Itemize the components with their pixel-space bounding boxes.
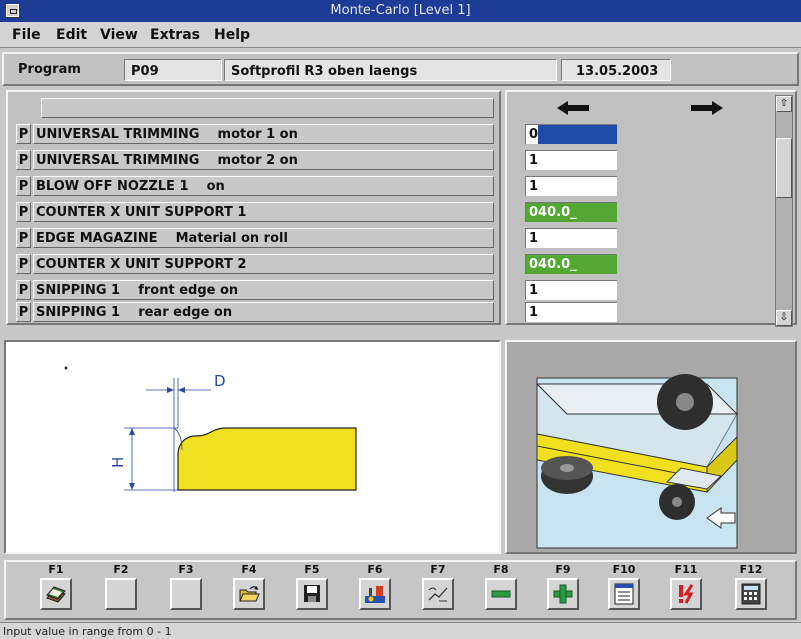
profile-drawing-panel: D H	[4, 340, 501, 554]
open-folder-icon	[239, 586, 260, 602]
status-bar: Input value in range from 0 - 1	[0, 622, 801, 639]
f9-button[interactable]	[547, 578, 579, 610]
step-text: UNIVERSAL TRIMMING motor 2 on	[33, 150, 494, 170]
menu-view[interactable]: View	[100, 27, 138, 43]
step-row[interactable]: P SNIPPING 1 rear edge on	[16, 302, 494, 322]
arrow-right-icon[interactable]	[691, 100, 725, 116]
machine-illustration-panel	[505, 340, 797, 554]
f7-button[interactable]	[422, 578, 454, 610]
fkey-label: F6	[367, 563, 383, 576]
plus-icon	[553, 584, 573, 604]
step-text: COUNTER X UNIT SUPPORT 2	[33, 254, 494, 274]
fkey-label: F10	[612, 563, 636, 576]
steps-header-cell	[41, 98, 494, 118]
book-icon	[46, 586, 66, 603]
trimming-unit-illustration	[535, 374, 739, 549]
scroll-down-icon[interactable]: ⇩	[776, 310, 792, 326]
program-name-field[interactable]: Softprofil R3 oben laengs	[224, 59, 557, 81]
dimension-h-label: H	[109, 457, 127, 468]
f10-button[interactable]	[608, 578, 640, 610]
program-label: Program	[18, 62, 81, 77]
step-value-field[interactable]: 1	[525, 302, 617, 322]
fkey-label: F9	[555, 563, 571, 576]
f1-button[interactable]	[40, 578, 72, 610]
edit-sequence-icon	[428, 587, 448, 602]
step-row[interactable]: P COUNTER X UNIT SUPPORT 1	[16, 202, 494, 222]
step-value-field[interactable]: 0	[525, 124, 617, 144]
profile-drawing: D H	[64, 366, 357, 492]
arrow-left-icon[interactable]	[557, 100, 591, 116]
step-row[interactable]: P SNIPPING 1 front edge on	[16, 280, 494, 300]
f12-button[interactable]	[735, 578, 767, 610]
fkey-label: F12	[739, 563, 763, 576]
calculator-icon	[741, 583, 761, 605]
fkey-label: F5	[304, 563, 320, 576]
step-type: P	[16, 280, 31, 300]
fkey-label: F3	[178, 563, 194, 576]
scroll-thumb[interactable]	[776, 138, 792, 198]
step-values-panel: 0 1 1 040.0_ 1 040.0_ 1 1	[505, 90, 797, 325]
program-code-field[interactable]: P09	[124, 59, 222, 81]
fkey-label: F7	[430, 563, 446, 576]
step-value-field[interactable]: 1	[525, 150, 617, 170]
f11-button[interactable]	[670, 578, 702, 610]
step-row[interactable]: P UNIVERSAL TRIMMING motor 1 on	[16, 124, 494, 144]
step-value-field[interactable]: 040.0_	[525, 254, 617, 274]
step-text: EDGE MAGAZINE Material on roll	[33, 228, 494, 248]
step-value-field[interactable]: 040.0_	[525, 202, 617, 222]
step-type: P	[16, 228, 31, 248]
program-steps-panel: P UNIVERSAL TRIMMING motor 1 on P UNIVER…	[6, 90, 501, 325]
step-text: SNIPPING 1 front edge on	[33, 280, 494, 300]
fkey-label: F2	[113, 563, 129, 576]
f4-button[interactable]	[233, 578, 265, 610]
step-value-field[interactable]: 1	[525, 280, 617, 300]
step-type: P	[16, 302, 31, 322]
dimension-d-label: D	[214, 372, 226, 390]
step-type: P	[16, 254, 31, 274]
menu-bar: File Edit View Extras Help	[0, 22, 801, 48]
step-type: P	[16, 176, 31, 196]
menu-edit[interactable]: Edit	[56, 27, 87, 43]
fkey-label: F4	[241, 563, 257, 576]
f8-button[interactable]	[485, 578, 517, 610]
vertical-scrollbar[interactable]: ⇧ ⇩	[775, 95, 793, 327]
fkey-label: F11	[674, 563, 698, 576]
step-text: SNIPPING 1 rear edge on	[33, 302, 494, 322]
minus-icon	[491, 590, 511, 598]
step-row[interactable]: P BLOW OFF NOZZLE 1 on	[16, 176, 494, 196]
window-title: Monte-Carlo [Level 1]	[330, 3, 471, 18]
step-value-field[interactable]: 1	[525, 228, 617, 248]
step-row[interactable]: P COUNTER X UNIT SUPPORT 2	[16, 254, 494, 274]
program-header: Program P09 Softprofil R3 oben laengs 13…	[2, 52, 799, 86]
f2-button[interactable]	[105, 578, 137, 610]
menu-file[interactable]: File	[12, 27, 41, 43]
scroll-up-icon[interactable]: ⇧	[776, 96, 792, 112]
warning-icon	[679, 584, 694, 604]
title-bar: Monte-Carlo [Level 1]	[0, 0, 801, 22]
step-text: COUNTER X UNIT SUPPORT 1	[33, 202, 494, 222]
floppy-disk-icon	[304, 585, 320, 602]
f3-button[interactable]	[170, 578, 202, 610]
f5-button[interactable]	[296, 578, 328, 610]
step-text: UNIVERSAL TRIMMING motor 1 on	[33, 124, 494, 144]
machine-tool-icon	[365, 586, 385, 603]
fkey-label: F8	[493, 563, 509, 576]
list-window-icon	[614, 583, 634, 605]
menu-extras[interactable]: Extras	[150, 27, 200, 43]
step-type: P	[16, 202, 31, 222]
step-text: BLOW OFF NOZZLE 1 on	[33, 176, 494, 196]
f6-button[interactable]	[359, 578, 391, 610]
step-type: P	[16, 124, 31, 144]
menu-help[interactable]: Help	[214, 27, 250, 43]
step-value-field[interactable]: 1	[525, 176, 617, 196]
fkey-label: F1	[48, 563, 64, 576]
step-type: P	[16, 150, 31, 170]
program-date-field: 13.05.2003	[561, 59, 671, 81]
step-row[interactable]: P UNIVERSAL TRIMMING motor 2 on	[16, 150, 494, 170]
step-row[interactable]: P EDGE MAGAZINE Material on roll	[16, 228, 494, 248]
